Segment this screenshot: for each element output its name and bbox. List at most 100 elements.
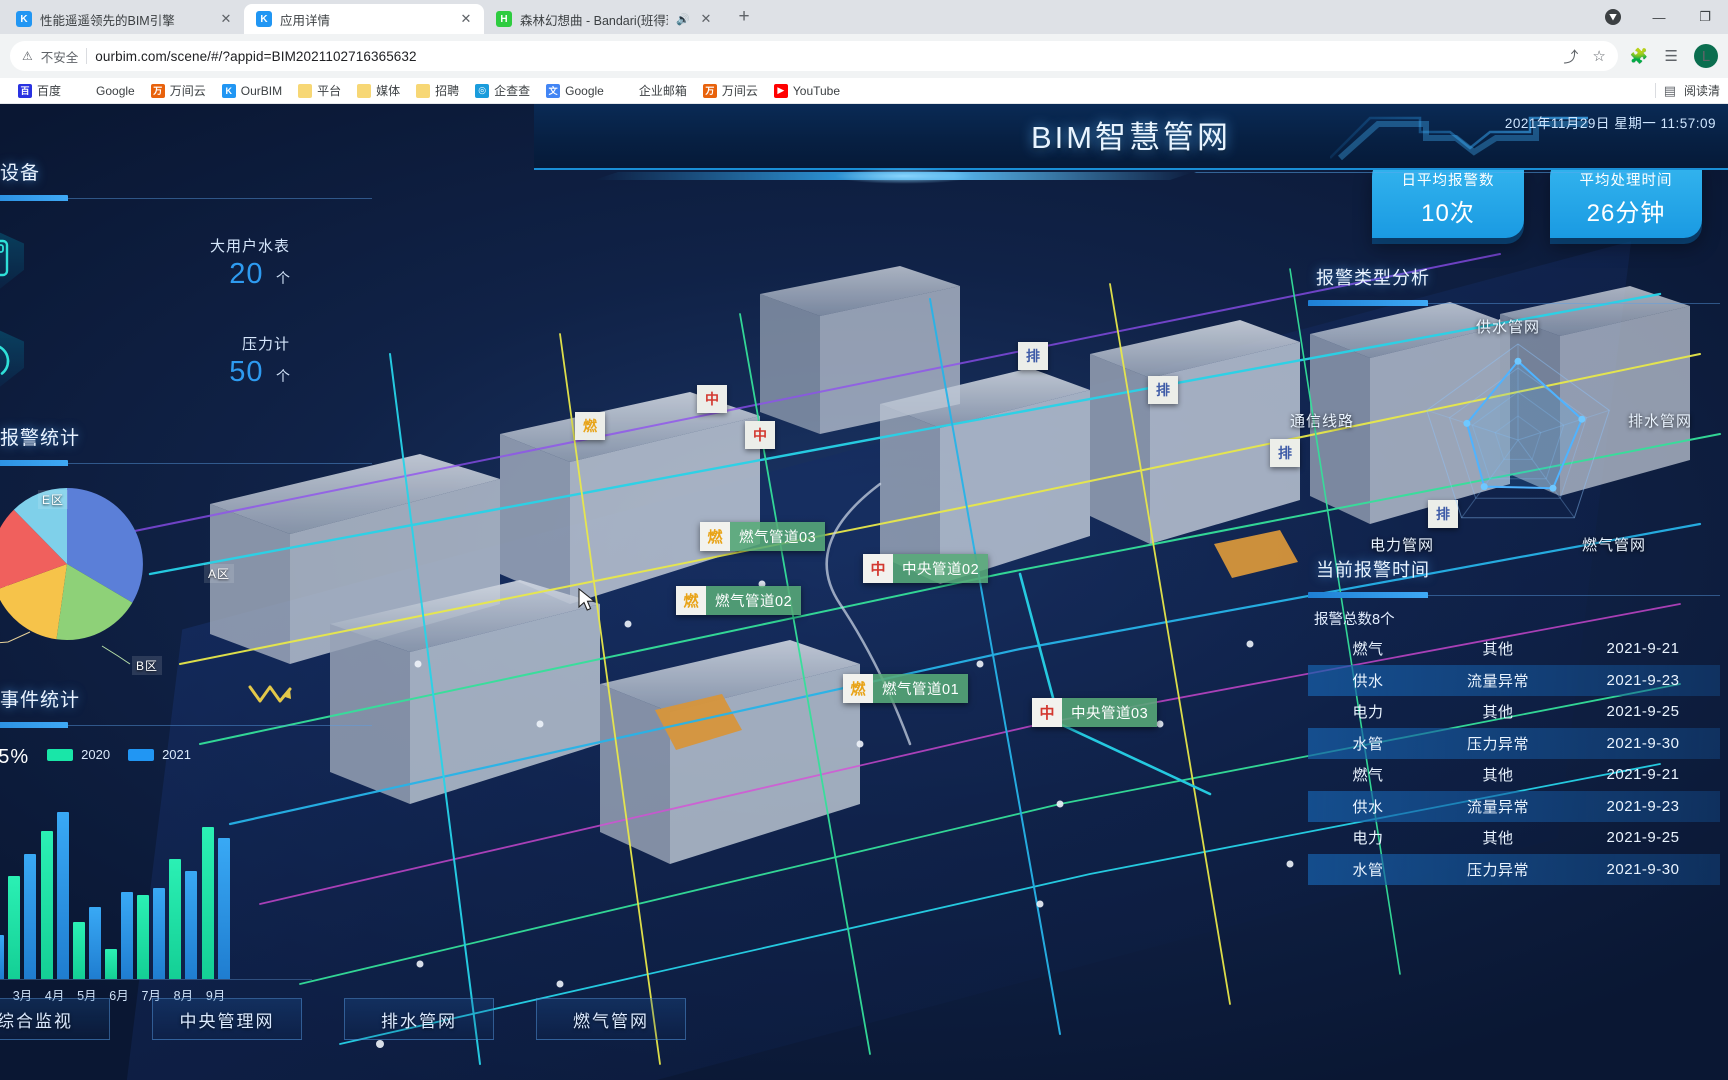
alarm-pie-chart[interactable]: E区 D区 C区 B区 A区 [0,474,312,689]
bookmark-label: 企查查 [494,84,531,98]
bookmark-baidu[interactable]: 百 百度 [10,80,69,102]
scene-minitag-central[interactable]: 中 [745,421,775,449]
scene-minitag-central[interactable]: 中 [697,385,727,413]
bookmark-label: OurBIM [240,83,283,98]
bar-group[interactable] [6,854,38,979]
bookmark-google[interactable]: G Google [69,80,143,102]
extensions-icon[interactable]: 🧩 [1630,47,1649,65]
alarm-cell-type: 燃气 [1352,641,1384,659]
legend-item-2020[interactable]: 2020 [47,747,110,762]
avatar[interactable]: L [1694,44,1718,68]
table-row[interactable]: 水管 压力异常 2021-9-30 [1308,727,1720,759]
kpi-card-value: 26分钟 [1586,199,1666,227]
minimize-button[interactable]: — [1636,0,1682,34]
youtube-icon: ▶ [773,83,788,98]
tab-0[interactable]: K 性能遥遥领先的BIM引擎 ✕ [4,4,244,34]
header-underline [534,168,1728,184]
kpi-water-meter: 大用户水表 20 个 [0,223,312,303]
table-row[interactable]: 燃气 其他 2021-9-21 [1308,633,1720,665]
bookmark-folder-media[interactable]: 媒体 [349,80,408,102]
bookmark-label: 媒体 [376,84,401,98]
gas-icon: 燃 [700,522,730,551]
table-row[interactable]: 电力 其他 2021-9-25 [1308,696,1720,728]
scene-minitag-drain[interactable]: 排 [1018,342,1048,370]
kpi-value: 50 [229,356,264,388]
left-panel: 设备 大用户水表 20 个 压力计 50 个 报警统计 E区 B区 A区 事件统… [0,158,372,1005]
close-icon[interactable]: ✕ [458,11,474,27]
alarm-cell-date: 2021-9-21 [1606,766,1680,784]
section-rule [0,191,372,205]
scene-tag-gas-02[interactable]: 燃 燃气管道02 [676,586,802,615]
bookmark-label: 万间云 [169,84,206,98]
nav-button-comprehensive-monitor[interactable]: 综合监视 [0,998,110,1040]
maximize-button[interactable]: ❐ [1682,0,1728,34]
bookmark-folder-platform[interactable]: 平台 [290,80,349,102]
gas-icon: 燃 [676,586,706,615]
event-bar-chart[interactable] [0,779,312,979]
reading-list-label[interactable]: 阅读清 [1684,82,1720,99]
bar-group[interactable] [103,892,135,979]
bookmark-wanjianyun[interactable]: 万 万间云 [143,80,214,102]
legend-item-2021[interactable]: 2021 [128,747,191,762]
profile-badge-icon[interactable] [1590,0,1636,34]
alarm-cell-date: 2021-9-25 [1606,829,1680,847]
alarm-type-radar-chart[interactable]: 供水管网 排水管网 燃气管网 电力管网 通信线路 [1290,310,1720,560]
table-row[interactable]: 供水 流量异常 2021-9-23 [1308,790,1720,822]
bar-2020 [169,859,182,979]
table-row[interactable]: 燃气 其他 2021-9-21 [1308,759,1720,791]
bar-2020 [72,922,85,979]
scene-tag-central-02[interactable]: 中 中央管道02 [863,554,989,583]
scene-tag-central-03[interactable]: 中 中央管道03 [1032,698,1158,727]
nav-button-gas-network[interactable]: 燃气管网 [536,998,686,1040]
scene-tag-gas-01[interactable]: 燃 燃气管道01 [843,674,969,703]
section-title: 报警统计 [0,428,81,449]
bookmark-ourbim[interactable]: K OurBIM [214,80,290,102]
kpi-label: 大用户水表 [209,238,290,255]
alarm-total-label: 报警总数8个 [1314,612,1395,628]
nav-button-central-network[interactable]: 中央管理网 [152,998,302,1040]
alarm-cell-type: 供水 [1352,672,1384,690]
bar-group[interactable] [167,859,199,979]
mute-icon[interactable]: 🔊 [676,13,690,26]
share-icon[interactable]: ⤴ [1563,46,1578,67]
kpi-card-value: 10次 [1421,199,1475,227]
reading-list-icon[interactable]: ▤ [1664,83,1676,99]
kpi-label: 压力计 [241,336,290,353]
central-icon: 中 [1032,698,1062,727]
bar-group[interactable] [200,827,232,979]
table-row[interactable]: 电力 其他 2021-9-25 [1308,822,1720,854]
bookmark-label: Google [565,83,604,98]
bar-group[interactable] [71,907,103,979]
nav-button-drainage-network[interactable]: 排水管网 [344,998,494,1040]
alarm-table[interactable]: 燃气 其他 2021-9-21 供水 流量异常 2021-9-23 电力 其他 2021-9-2… [1308,633,1720,885]
bar-group[interactable] [135,888,167,979]
tab-1[interactable]: K 应用详情 ✕ [244,4,484,34]
bookmark-mail[interactable]: M 企业邮箱 [612,80,695,102]
new-tab-button[interactable]: + [730,4,758,32]
bookmark-google-translate[interactable]: 文 Google [538,80,612,102]
table-row[interactable]: 水管 压力异常 2021-9-30 [1308,853,1720,885]
bar-group[interactable] [39,812,71,979]
scene-minitag-drain[interactable]: 排 [1148,376,1178,404]
star-icon[interactable]: ☆ [1592,47,1605,65]
bookmark-folder-recruit[interactable]: 招聘 [408,80,467,102]
scene-tag-gas-03[interactable]: 燃 燃气管道03 [700,522,826,551]
table-row[interactable]: 供水 流量异常 2021-9-23 [1308,664,1720,696]
bar-2020 [40,831,53,979]
url-text: ourbim.com/scene/#/?appid=BIM20211027163… [95,48,417,64]
close-icon[interactable]: ✕ [698,11,714,27]
close-icon[interactable]: ✕ [218,11,234,27]
address-bar[interactable]: ⚠ 不安全 ourbim.com/scene/#/?appid=BIM20211… [10,41,1618,71]
legend-swatch [47,748,74,761]
tab-label: 应用详情 [280,13,331,28]
pressure-gauge-icon [0,321,32,401]
tab-2[interactable]: H 森林幻想曲 - Bandari(班得瑞 🔊 ✕ [484,4,724,34]
scene-minitag-gas[interactable]: 燃 [575,412,605,440]
bookmark-youtube[interactable]: ▶ YouTube [766,80,848,102]
reading-list-icon[interactable]: ☰ [1665,47,1678,65]
section-rule [1308,588,1720,602]
bookmark-wanjianyun-2[interactable]: 万 万间云 [695,80,766,102]
bookmark-qichacha[interactable]: ◎ 企查查 [467,80,538,102]
scene-minitag-drain[interactable]: 排 [1270,439,1300,467]
tab-label: 森林幻想曲 - Bandari(班得瑞 [520,13,668,28]
